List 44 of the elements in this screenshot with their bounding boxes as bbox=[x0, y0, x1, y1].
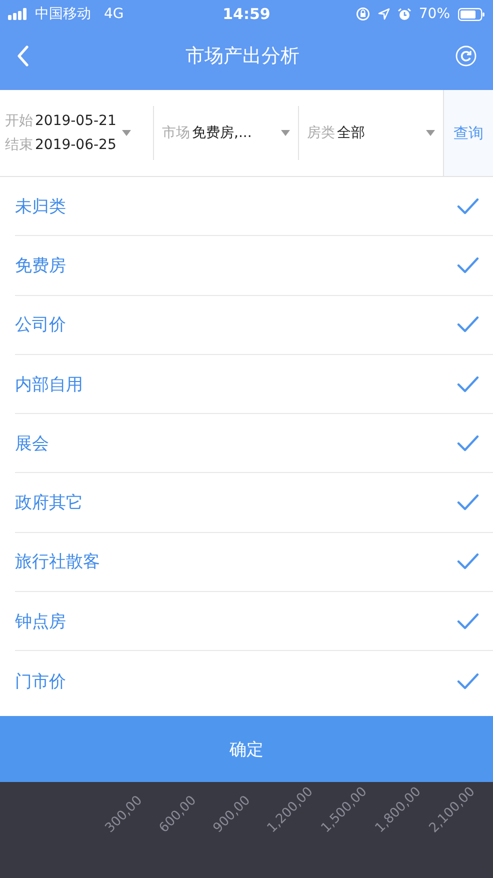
battery-icon bbox=[458, 8, 485, 20]
option-item[interactable]: 公司价 bbox=[15, 296, 493, 355]
room-type-value: 全部 bbox=[337, 124, 365, 142]
network-type: 4G bbox=[104, 6, 124, 22]
option-item[interactable]: 免费房 bbox=[15, 236, 493, 296]
location-arrow-icon bbox=[378, 8, 390, 20]
option-label: 免费房 bbox=[15, 254, 66, 277]
refresh-icon bbox=[455, 45, 477, 67]
confirm-button[interactable]: 确定 bbox=[0, 716, 493, 782]
option-item[interactable]: 展会 bbox=[15, 414, 493, 474]
market-value: 免费房,... bbox=[192, 124, 252, 142]
page-title: 市场产出分析 bbox=[186, 44, 300, 69]
option-label: 政府其它 bbox=[15, 492, 83, 514]
option-label: 公司价 bbox=[15, 314, 66, 336]
option-label: 旅行社散客 bbox=[15, 551, 100, 574]
date-range-dropdown[interactable]: 开始 2019-05-21 结束 2019-06-25 bbox=[0, 112, 153, 154]
option-label: 钟点房 bbox=[15, 610, 66, 633]
start-date: 2019-05-21 bbox=[35, 113, 116, 129]
caret-icon bbox=[122, 130, 132, 136]
end-label: 结束 bbox=[5, 137, 33, 153]
option-item[interactable]: 门市价 bbox=[15, 651, 493, 711]
option-item[interactable]: 政府其它 bbox=[15, 473, 493, 533]
option-label: 内部自用 bbox=[15, 374, 83, 396]
option-item[interactable]: 内部自用 bbox=[15, 354, 493, 414]
room-type-label: 房类 bbox=[307, 124, 335, 142]
clock-time: 14:59 bbox=[222, 5, 270, 23]
market-dropdown[interactable]: 市场 免费房,... bbox=[154, 124, 298, 142]
market-label: 市场 bbox=[162, 124, 190, 142]
option-item[interactable]: 钟点房 bbox=[15, 592, 493, 652]
start-label: 开始 bbox=[5, 113, 33, 129]
carrier-name: 中国移动 bbox=[35, 5, 91, 23]
option-label: 门市价 bbox=[15, 670, 66, 693]
battery-percent: 70% bbox=[418, 6, 450, 22]
option-label: 展会 bbox=[15, 432, 49, 455]
alarm-clock-icon bbox=[398, 8, 411, 20]
end-date: 2019-06-25 bbox=[35, 137, 116, 153]
caret-icon bbox=[281, 130, 290, 136]
room-type-dropdown[interactable]: 房类 全部 bbox=[299, 124, 443, 142]
query-button[interactable]: 查询 bbox=[443, 90, 493, 176]
option-item[interactable]: 未归类 bbox=[15, 177, 493, 236]
option-item[interactable]: 旅行社散客 bbox=[15, 532, 493, 592]
rotation-lock-icon bbox=[356, 7, 370, 21]
caret-icon bbox=[426, 130, 435, 136]
option-label: 未归类 bbox=[15, 196, 66, 218]
